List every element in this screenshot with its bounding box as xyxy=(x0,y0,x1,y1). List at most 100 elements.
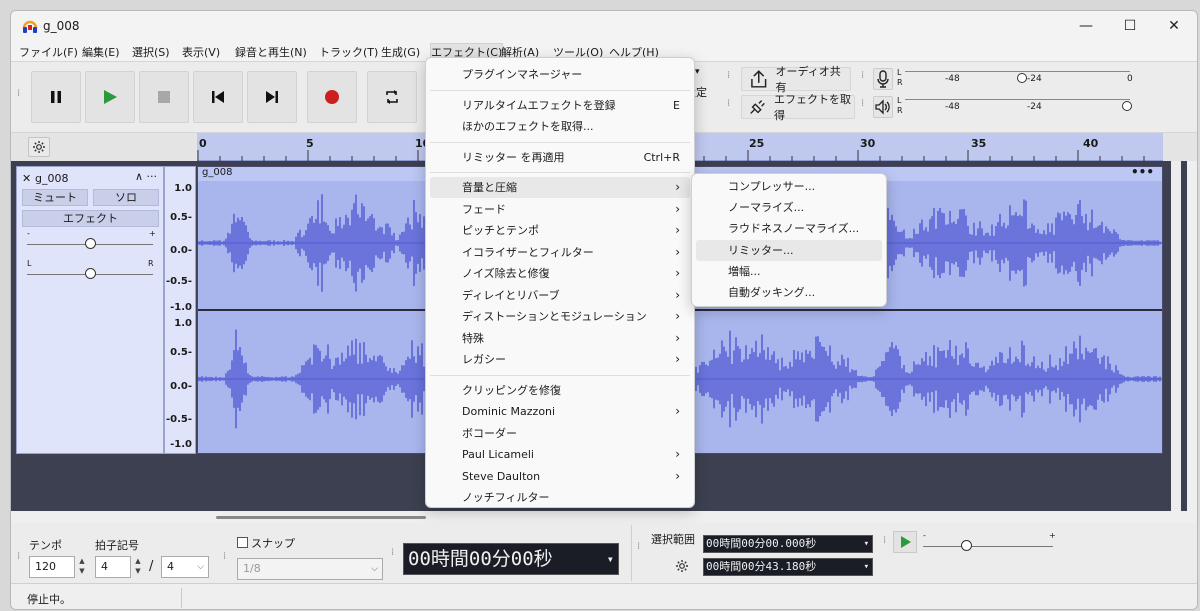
menu-generate[interactable]: 生成(G) xyxy=(381,44,420,60)
volume-submenu-item[interactable]: ノーマライズ... xyxy=(696,197,882,218)
solo-button[interactable]: ソロ xyxy=(93,189,159,206)
toolbar-grip[interactable]: ⁞ xyxy=(17,89,23,104)
menu-select[interactable]: 選択(S) xyxy=(132,44,170,60)
effects-menu-item[interactable]: フェード › xyxy=(430,199,690,220)
record-meter[interactable]: LR -48 -24 0 xyxy=(897,67,1137,91)
track-close-button[interactable]: ✕ xyxy=(22,172,31,185)
play-at-speed-grip[interactable]: ⁞ xyxy=(883,536,889,551)
meter-grip[interactable]: ⁞ xyxy=(861,71,867,86)
share-audio-button[interactable]: オーディオ共有 xyxy=(741,65,851,94)
effects-menu-item[interactable]: 特殊 › xyxy=(430,328,690,349)
effects-menu-item[interactable]: ディストーションとモジュレーション › xyxy=(430,306,690,327)
close-button[interactable]: ✕ xyxy=(1151,11,1197,41)
volume-submenu-item[interactable]: 自動ダッキング... xyxy=(696,282,882,303)
effects-menu-item[interactable]: Paul Licameli › xyxy=(430,444,690,465)
skip-to-start-button[interactable] xyxy=(193,71,243,123)
effects-menu-item[interactable]: ディレイとリバーブ › xyxy=(430,285,690,306)
selection-grip[interactable]: ⁞ xyxy=(637,542,643,557)
stop-button[interactable] xyxy=(139,71,189,123)
menu-separator xyxy=(430,374,690,376)
effects-menu-item[interactable]: ノッチフィルター xyxy=(430,487,690,508)
record-meter-button[interactable] xyxy=(873,68,893,90)
scrollbar-thumb[interactable] xyxy=(216,516,426,519)
time-grip[interactable]: ⁞ xyxy=(391,548,397,563)
effects-menu-item[interactable]: クリッピングを修復 xyxy=(430,380,690,401)
effects-button[interactable]: エフェクト xyxy=(22,210,159,227)
track-name[interactable]: g_008 xyxy=(35,172,68,185)
tempo-spin-icon[interactable]: ▲ ▼ xyxy=(75,556,89,578)
record-button[interactable] xyxy=(307,71,357,123)
effects-menu-item[interactable]: Steve Daulton › xyxy=(430,466,690,487)
menu-transport[interactable]: 録音と再生(N) xyxy=(235,44,307,60)
numerator-spin-icon[interactable]: ▲ ▼ xyxy=(131,556,145,578)
snap-dropdown[interactable]: 1/8 ⌵ xyxy=(237,558,383,580)
pan-slider-knob[interactable] xyxy=(85,268,96,279)
snap-grip[interactable]: ⁞ xyxy=(223,552,229,567)
vertical-scrollbar[interactable] xyxy=(1171,161,1181,513)
effects-toolbar-grip[interactable]: ⁞ xyxy=(727,99,733,114)
play-button[interactable] xyxy=(85,71,135,123)
time-format-dropdown-icon[interactable]: ▾ xyxy=(607,544,614,574)
effects-menu-item[interactable]: ノイズ除去と修復 › xyxy=(430,263,690,284)
meter-r-label: R xyxy=(897,78,903,87)
effects-menu-item[interactable]: 音量と圧縮 › xyxy=(430,177,690,198)
volume-submenu-item-label: ラウドネスノーマライズ... xyxy=(728,222,860,236)
get-effects-button[interactable]: エフェクトを取得 xyxy=(741,93,855,122)
effects-menu-item[interactable]: プラグインマネージャー xyxy=(430,64,690,85)
time-display-value: 00時間00分00秒 xyxy=(408,548,553,570)
play-at-speed-button[interactable] xyxy=(893,531,917,553)
effects-menu-item[interactable]: ほかのエフェクトを取得... xyxy=(430,116,690,137)
selection-start-display[interactable]: 00時間00分00.000秒 ▾ xyxy=(703,535,873,553)
meter-r-label: R xyxy=(897,106,903,115)
effects-menu-item[interactable]: リアルタイムエフェクトを登録 E xyxy=(430,95,690,116)
menu-edit[interactable]: 編集(E) xyxy=(82,44,120,60)
snap-checkbox[interactable] xyxy=(237,537,248,548)
effects-menu-item[interactable]: レガシー › xyxy=(430,349,690,370)
time-signature-denominator[interactable]: 4 ⌵ xyxy=(161,556,209,578)
effects-menu-item[interactable]: リミッター を再適用 Ctrl+R xyxy=(430,147,690,168)
gear-icon xyxy=(33,141,45,153)
selection-end-display[interactable]: 00時間00分43.180秒 ▾ xyxy=(703,558,873,576)
share-toolbar-grip[interactable]: ⁞ xyxy=(727,71,733,86)
pause-button[interactable] xyxy=(31,71,81,123)
track-collapse-menu[interactable]: ∧ ··· xyxy=(135,170,157,183)
skip-to-end-button[interactable] xyxy=(247,71,297,123)
effects-menu-item[interactable]: Dominic Mazzoni › xyxy=(430,401,690,422)
play-meter[interactable]: LR -48 -24 xyxy=(897,95,1137,119)
volume-submenu-item[interactable]: コンプレッサー... xyxy=(696,176,882,197)
horizontal-scrollbar[interactable] xyxy=(11,511,1187,523)
menu-tracks[interactable]: トラック(T) xyxy=(319,44,378,60)
mute-button[interactable]: ミュート xyxy=(22,189,88,206)
play-volume-knob[interactable] xyxy=(1122,101,1132,111)
play-speed-slider-knob[interactable] xyxy=(961,540,972,551)
clip-menu-button[interactable]: ••• xyxy=(1131,165,1154,179)
tempo-grip[interactable]: ⁞ xyxy=(17,552,23,567)
menu-file[interactable]: ファイル(F) xyxy=(19,44,78,60)
play-meter-button[interactable] xyxy=(873,96,893,118)
chevron-right-icon: › xyxy=(675,468,680,483)
time-signature-numerator[interactable]: 4 xyxy=(95,556,131,578)
tempo-input[interactable]: 120 xyxy=(29,556,75,578)
chevron-right-icon: › xyxy=(675,266,680,280)
menu-view[interactable]: 表示(V) xyxy=(182,44,220,60)
gain-slider-knob[interactable] xyxy=(85,238,96,249)
timeline-settings-button[interactable] xyxy=(28,137,50,157)
ruler-label: 25 xyxy=(749,137,765,150)
selection-settings-button[interactable] xyxy=(675,559,689,576)
time-display[interactable]: 00時間00分00秒 ▾ xyxy=(403,543,619,575)
minimize-button[interactable]: — xyxy=(1063,11,1109,41)
effects-menu-item[interactable]: ピッチとテンポ › xyxy=(430,220,690,241)
play-speed-slider-track[interactable] xyxy=(923,546,1053,547)
chevron-down-icon[interactable]: ▾ xyxy=(864,559,869,575)
volume-submenu-item[interactable]: 増幅... xyxy=(696,261,882,282)
effects-menu-item[interactable]: イコライザーとフィルター › xyxy=(430,242,690,263)
record-volume-knob[interactable] xyxy=(1017,73,1027,83)
play-meter-grip[interactable]: ⁞ xyxy=(861,99,867,114)
maximize-button[interactable]: ☐ xyxy=(1107,11,1153,41)
chevron-down-icon[interactable]: ▾ xyxy=(864,536,869,552)
ruler-label: 30 xyxy=(860,137,876,150)
loop-button[interactable] xyxy=(367,71,417,123)
effects-menu-item[interactable]: ボコーダー xyxy=(430,423,690,444)
volume-submenu-item[interactable]: ラウドネスノーマライズ... xyxy=(696,218,882,239)
volume-submenu-item[interactable]: リミッター... xyxy=(696,239,882,261)
